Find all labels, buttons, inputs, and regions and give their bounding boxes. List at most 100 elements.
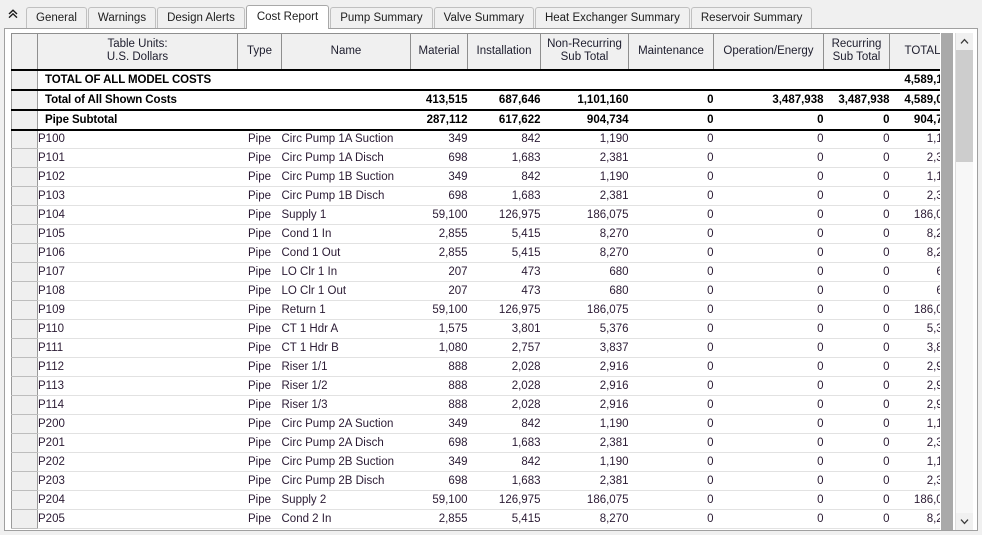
table-row[interactable]: P105PipeCond 1 In2,8555,4158,2700008,270 [11,224,940,244]
header-table-units[interactable]: Table Units: U.S. Dollars [37,33,238,70]
row-selector-cell[interactable] [11,509,38,529]
scroll-up-button[interactable] [956,33,973,50]
row-id-cell: P103 [37,186,238,206]
row-selector-cell[interactable] [11,89,38,111]
table-row[interactable]: P201 Pipe Circ Pump 2A Disch 698 1,683 2,381 0… [11,433,940,453]
row-id-cell: P205 [37,509,238,529]
row-selector-cell[interactable] [11,433,38,453]
scroll-track[interactable] [956,50,973,513]
header-installation[interactable]: Installation [467,33,541,70]
row-selector-cell[interactable] [11,205,38,225]
row-installation-cell: 2,757 [467,338,541,358]
row-material-cell: 59,100 [410,205,468,225]
table-row[interactable]: P204 Pipe Supply 2 59,100 126,975 186,075 0 0 0 1… [11,490,940,510]
row-recurring-sub-total-cell: 0 [823,319,890,339]
header-recurring-sub-total[interactable]: Recurring Sub Total [823,33,890,70]
table-row[interactable]: P110PipeCT 1 Hdr A1,5753,8015,3760005,37… [11,319,940,339]
table-row[interactable]: P203 Pipe Circ Pump 2B Disch 698 1,683 2,381 0… [11,471,940,491]
table-row[interactable]: P205PipeCond 2 In2,8555,4158,2700008,270 [11,509,940,529]
tab-pump-summary[interactable]: Pump Summary [330,7,433,28]
row-selector-cell[interactable] [11,338,38,358]
vertical-scrollbar[interactable] [955,33,973,530]
summary-row[interactable]: Total of All Shown Costs 413,515 687,646 1,… [11,89,940,111]
row-total-cell: 1,190 [889,167,940,187]
row-total-cell: 8,270 [889,509,940,529]
row-selector-cell[interactable] [11,395,38,415]
row-selector-cell[interactable] [11,452,38,472]
tab-reservoir-summary[interactable]: Reservoir Summary [690,7,813,28]
row-operation-energy-cell: 0 [713,376,824,396]
row-total-cell: 2,381 [889,433,940,453]
row-selector-cell[interactable] [11,129,38,149]
tab-heat-exchanger-summary[interactable]: Heat Exchanger Summary [534,7,690,28]
row-selector-cell[interactable] [11,376,38,396]
row-installation-cell: 1,683 [467,433,541,453]
row-total-cell: 186,075 [889,205,940,225]
row-selector-cell[interactable] [11,300,38,320]
row-type-cell: Pipe [237,148,282,168]
row-type-cell: Pipe [237,319,282,339]
table-row[interactable]: P104 Pipe Supply 1 59,100 126,975 186,075 0 0 0 1… [11,205,940,225]
row-selector-cell[interactable] [11,319,38,339]
row-type-cell: Pipe [237,509,282,529]
table-row[interactable]: P103 Pipe Circ Pump 1B Disch 698 1,683 2,381 0… [11,186,940,206]
row-selector-cell[interactable] [11,224,38,244]
header-non-recurring-sub-total[interactable]: Non-Recurring Sub Total [540,33,629,70]
row-installation-cell: 2,028 [467,357,541,377]
row-selector-cell[interactable] [11,490,38,510]
row-selector-cell[interactable] [11,357,38,377]
row-selector-cell[interactable] [11,167,38,187]
header-type[interactable]: Type [237,33,282,70]
summary-row[interactable]: Pipe Subtotal 287,112 617,622 904,734 0 0 0 904… [11,109,940,131]
table-row[interactable]: P111PipeCT 1 Hdr B1,0802,7573,8370003,83… [11,338,940,358]
row-recurring-sub-total-cell: 0 [823,205,890,225]
row-material-cell: 698 [410,433,468,453]
table-row[interactable]: P100 Pipe Circ Pump 1A Suction 349 842 1,190 0… [11,129,940,149]
table-row[interactable]: P101 Pipe Circ Pump 1A Disch 698 1,683 2,381 0… [11,148,940,168]
scroll-down-button[interactable] [956,513,973,530]
table-row[interactable]: P108PipeLO Clr 1 Out207473680000680 [11,281,940,301]
collapse-panel-button[interactable] [0,1,26,27]
row-selector-cell[interactable] [11,148,38,168]
header-row-selector[interactable] [11,33,38,70]
row-selector-cell[interactable] [11,281,38,301]
row-non-recurring-sub-total-cell: 2,381 [540,471,629,491]
row-id-cell: P204 [37,490,238,510]
row-name-cell: Supply 2 [281,490,411,510]
row-selector-cell[interactable] [11,414,38,434]
row-selector-cell[interactable] [11,262,38,282]
table-row[interactable]: P102 Pipe Circ Pump 1B Suction 349 842 1,190 0… [11,167,940,187]
summary-row[interactable]: TOTAL OF ALL MODEL COSTS 4,589,100 [11,68,940,91]
table-row[interactable]: P107PipeLO Clr 1 In207473680000680 [11,262,940,282]
tab-cost-report[interactable]: Cost Report [245,5,330,29]
table-row[interactable]: P106PipeCond 1 Out2,8555,4158,2700008,27… [11,243,940,263]
header-maintenance[interactable]: Maintenance [628,33,714,70]
table-row[interactable]: P109 Pipe Return 1 59,100 126,975 186,075 0 0 0 1… [11,300,940,320]
cost-grid-viewport[interactable]: Table Units: U.S. Dollars Type Name Mate… [11,33,940,530]
tab-design-alerts[interactable]: Design Alerts [157,7,245,28]
row-selector-cell[interactable] [11,471,38,491]
row-name-cell: Riser 1/3 [281,395,411,415]
table-row[interactable]: P112PipeRiser 1/18882,0282,9160002,916 [11,357,940,377]
tab-valve-summary[interactable]: Valve Summary [433,7,534,28]
table-row[interactable]: P113PipeRiser 1/28882,0282,9160002,916 [11,376,940,396]
row-selector-cell[interactable] [11,109,38,131]
row-operation-energy-cell: 0 [713,471,824,491]
scroll-thumb[interactable] [956,50,973,162]
tab-warnings[interactable]: Warnings [87,7,157,28]
header-name[interactable]: Name [281,33,411,70]
row-id-cell: P203 [37,471,238,491]
table-row[interactable]: P202 Pipe Circ Pump 2B Suction 349 842 1,190 0… [11,452,940,472]
table-row[interactable]: P200 Pipe Circ Pump 2A Suction 349 842 1,190 0… [11,414,940,434]
row-selector-cell[interactable] [11,186,38,206]
header-total[interactable]: TOTAL [889,33,940,70]
header-material[interactable]: Material [410,33,468,70]
header-operation-energy[interactable]: Operation/Energy [713,33,824,70]
table-row[interactable]: P114PipeRiser 1/38882,0282,9160002,916 [11,395,940,415]
row-selector-cell[interactable] [11,243,38,263]
row-selector-cell[interactable] [11,68,38,91]
tab-general[interactable]: General [26,7,87,28]
row-type-cell: Pipe [237,338,282,358]
summary-total-cell: 4,589,099 [889,89,940,111]
row-maintenance-cell: 0 [628,452,714,472]
